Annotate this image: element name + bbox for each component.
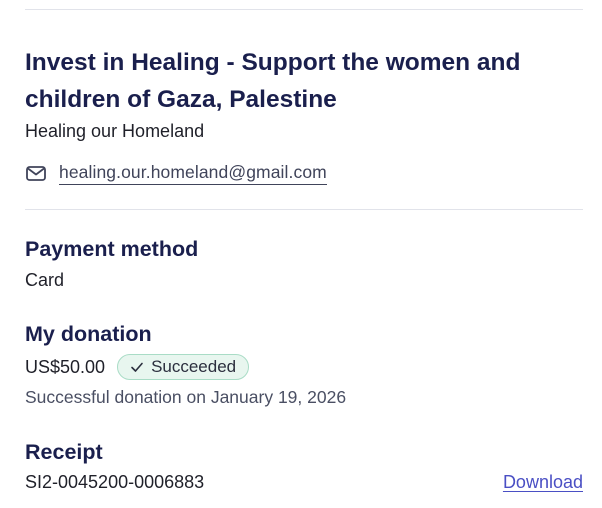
check-icon	[130, 360, 144, 374]
receipt-heading: Receipt	[25, 440, 103, 464]
status-badge-label: Succeeded	[151, 357, 237, 376]
donation-amount-row: US$50.00 Succeeded	[25, 352, 250, 382]
receipt-number: SI2-0045200-0006883	[25, 472, 205, 492]
donation-amount: US$50.00	[25, 356, 106, 377]
donation-date-text: Successful donation on January 19, 2026	[25, 387, 347, 407]
organizer-name: Healing our Homeland	[25, 121, 205, 141]
download-receipt-link[interactable]: Download	[503, 470, 583, 494]
status-badge: Succeeded	[117, 354, 250, 380]
top-divider	[25, 9, 583, 10]
section-divider	[25, 209, 583, 210]
payment-method-heading: Payment method	[25, 237, 199, 261]
mail-icon	[25, 164, 47, 182]
organizer-email-link[interactable]: healing.our.homeland@gmail.com	[59, 162, 327, 185]
my-donation-heading: My donation	[25, 322, 152, 346]
campaign-title[interactable]: Invest in Healing - Support the women an…	[25, 44, 565, 118]
organizer-email-row: healing.our.homeland@gmail.com	[25, 160, 327, 186]
payment-method-value: Card	[25, 270, 65, 290]
